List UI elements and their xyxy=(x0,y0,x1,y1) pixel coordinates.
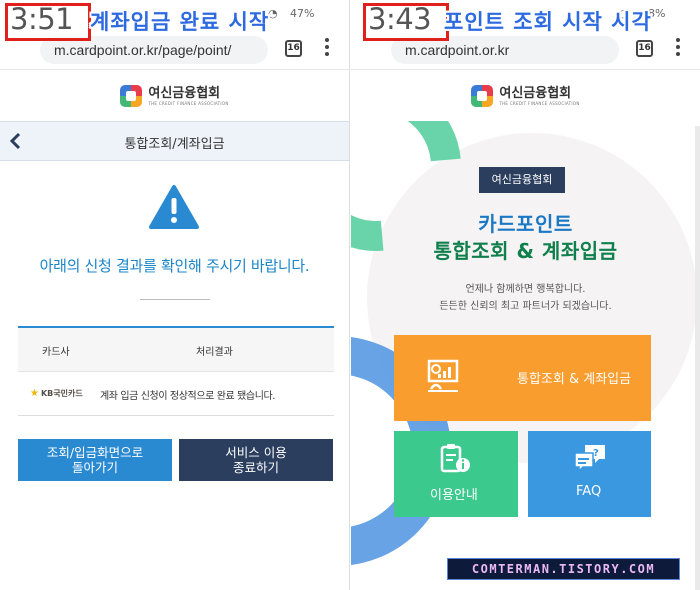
overflow-menu-icon[interactable] xyxy=(675,38,681,58)
tab-count-button[interactable]: 16 xyxy=(636,40,653,57)
column-header-result: 처리결과 xyxy=(196,347,233,358)
logo-title: 여신금융협회 xyxy=(148,85,221,101)
page-subheader: 통합조회/계좌입금 xyxy=(0,121,349,161)
blog-watermark: COMTERMAN.TISTORY.COM xyxy=(447,558,680,580)
brand-tag: 여신금융협회 xyxy=(479,167,565,193)
tab-count-button[interactable]: 16 xyxy=(285,40,302,57)
site-logo[interactable]: 여신금융협회 THE CREDIT FINANCE ASSOCIATION xyxy=(351,71,700,121)
divider xyxy=(140,299,210,300)
usage-guide-label: 이용안내 xyxy=(430,488,478,503)
result-message: 아래의 신청 결과를 확인해 주시기 바랍니다. xyxy=(39,257,310,275)
overflow-menu-icon[interactable] xyxy=(324,38,330,58)
faq-label: FAQ xyxy=(576,484,602,499)
logo-subtitle: THE CREDIT FINANCE ASSOCIATION xyxy=(148,100,229,106)
status-clock: 3:43 xyxy=(368,2,432,36)
left-screen: ◔ 47% 3:51 계좌입금 완료 시작 m.cardpoint.or.kr/… xyxy=(0,0,350,590)
presentation-chart-icon xyxy=(427,359,459,392)
svg-text:?: ? xyxy=(593,448,599,459)
inquiry-deposit-label: 통합조회 & 계좌입금 xyxy=(517,372,632,387)
logo-subtitle: THE CREDIT FINANCE ASSOCIATION xyxy=(499,100,580,106)
right-screen: ◔ 48% 3:43 포인트 조회 시작 시각 m.cardpoint.or.k… xyxy=(351,0,700,590)
url-text: m.cardpoint.or.kr/page/point/ xyxy=(54,42,232,58)
column-header-card-company: 카드사 xyxy=(42,347,70,358)
logo-icon xyxy=(120,85,143,107)
kb-star-icon: ★ xyxy=(30,388,39,399)
hero-title-line1: 카드포인트 xyxy=(478,212,573,236)
tagline-line1: 언제나 함께하면 행복합니다. xyxy=(465,284,586,295)
logo-icon xyxy=(471,85,494,107)
faq-tile[interactable]: ? FAQ xyxy=(528,431,651,517)
page-title: 통합조회/계좌입금 xyxy=(124,137,225,152)
status-clock: 3:51 xyxy=(10,2,74,36)
hero-title-line2: 통합조회 & 계좌입금 xyxy=(433,239,618,263)
wifi-icon: ◔ xyxy=(268,7,278,20)
kb-card-logo: ★ KB국민카드 xyxy=(30,388,83,399)
table-row: ★ KB국민카드 계좌 입금 신청이 정상적으로 완료 됐습니다. xyxy=(18,372,334,416)
chat-question-icon: ? xyxy=(574,445,605,473)
tagline-line2: 든든한 신뢰의 최고 파트너가 되겠습니다. xyxy=(439,301,612,312)
logo-title: 여신금융협회 xyxy=(499,85,572,101)
annotation-caption: 포인트 조회 시작 시각 xyxy=(444,10,652,34)
warning-icon xyxy=(149,185,199,229)
end-service-button[interactable]: 서비스 이용 종료하기 xyxy=(179,439,333,481)
battery-level: 47% xyxy=(290,7,315,20)
watermark-text: COMTERMAN.TISTORY.COM xyxy=(471,562,656,576)
back-to-inquiry-button[interactable]: 조회/입금화면으로 돌아가기 xyxy=(18,439,172,481)
scrollbar[interactable] xyxy=(695,126,700,590)
clipboard-info-icon xyxy=(440,444,470,473)
result-cell: 계좌 입금 신청이 정상적으로 완료 됐습니다. xyxy=(100,391,276,402)
main-content: 여신금융협회 카드포인트 통합조회 & 계좌입금 언제나 함께하면 행복합니다.… xyxy=(351,121,700,590)
site-logo[interactable]: 여신금융협회 THE CREDIT FINANCE ASSOCIATION xyxy=(0,71,349,121)
usage-guide-tile[interactable]: 이용안내 xyxy=(394,431,518,517)
url-text: m.cardpoint.or.kr xyxy=(405,42,510,58)
annotation-caption: 계좌입금 완료 시작 xyxy=(90,10,270,34)
result-table: 카드사 처리결과 ★ KB국민카드 계좌 입금 신청이 정상적으로 완료 됐습니… xyxy=(18,326,334,416)
table-header: 카드사 처리결과 xyxy=(18,328,334,372)
inquiry-deposit-tile[interactable]: 통합조회 & 계좌입금 xyxy=(394,335,651,421)
